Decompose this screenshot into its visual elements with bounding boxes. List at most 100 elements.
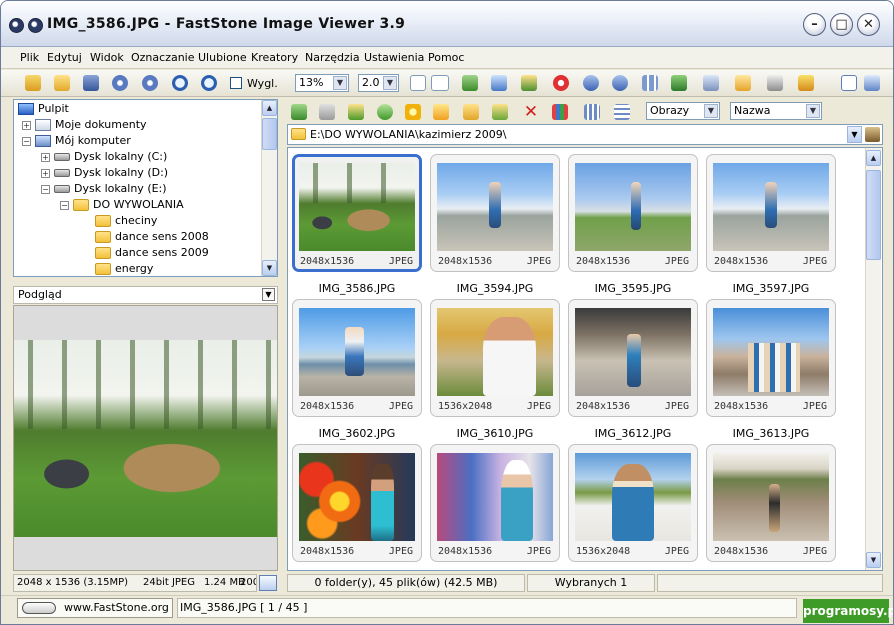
tree-node-energy[interactable]: energy	[95, 261, 153, 276]
list-view-icon[interactable]	[584, 104, 600, 120]
tree-node-drive-c[interactable]: + Dysk lokalny (C:)	[41, 149, 167, 165]
zoom-out-icon[interactable]	[201, 75, 217, 91]
back-icon[interactable]	[291, 104, 307, 120]
draw-icon[interactable]	[521, 75, 537, 91]
hand-tool-icon[interactable]	[410, 75, 426, 91]
menu-wizards[interactable]: Kreatory	[251, 51, 298, 64]
open-folder-icon[interactable]	[54, 75, 70, 91]
tree-node-checiny[interactable]: checiny	[95, 213, 157, 229]
expand-icon[interactable]: +	[41, 152, 50, 162]
menu-view[interactable]: Widok	[90, 51, 124, 64]
delete-icon[interactable]: ✕	[523, 104, 539, 121]
wizard-icon[interactable]	[798, 75, 814, 91]
favorite-star-icon[interactable]	[405, 104, 421, 120]
scroll-down-icon[interactable]: ▼	[866, 552, 881, 568]
email-icon[interactable]	[735, 75, 751, 91]
thumbnail-card[interactable]: 1536x2048 JPEG	[430, 299, 560, 417]
thumbnail-item[interactable]: 2048x1536 JPEG IMG_3613.JPG	[706, 299, 836, 443]
thumbnail-card[interactable]: 2048x1536 JPEG	[706, 444, 836, 562]
up-folder-icon[interactable]	[348, 104, 364, 120]
rotate-left-icon[interactable]	[583, 75, 599, 91]
menu-edit[interactable]: Edytuj	[47, 51, 82, 64]
layout-icon[interactable]	[841, 75, 857, 91]
collapse-icon[interactable]: −	[60, 200, 69, 210]
menu-tools[interactable]: Narzędzia	[305, 51, 360, 64]
copy-to-icon[interactable]	[463, 104, 479, 120]
rotate-right-icon[interactable]	[612, 75, 628, 91]
thumbnail-item[interactable]: 2048x1536 JPEG IMG_3597.JPG	[706, 154, 836, 298]
fullscreen-icon[interactable]	[703, 75, 719, 91]
scroll-up-icon[interactable]: ▲	[262, 100, 277, 116]
thumbnail-item[interactable]: 1536x2048 JPEG IMG_3610.JPG	[430, 299, 560, 443]
slideshow-icon[interactable]	[671, 75, 687, 91]
tree-node-my-computer[interactable]: − Mój komputer	[22, 133, 131, 149]
menu-help[interactable]: Pomoc	[428, 51, 464, 64]
app-icon[interactable]	[28, 18, 43, 33]
thumbnail-card[interactable]: 2048x1536 JPEG	[430, 444, 560, 562]
thumbnail-card[interactable]: 2048x1536 JPEG	[292, 299, 422, 417]
chevron-down-icon[interactable]: ▼	[262, 288, 275, 301]
tree-node-my-documents[interactable]: + Moje dokumenty	[22, 117, 147, 133]
gamma-select[interactable]: 2.0 ▼	[358, 74, 399, 92]
system-menu-icon[interactable]	[9, 18, 24, 33]
maximize-button[interactable]: □	[830, 13, 853, 36]
thumbnail-card[interactable]: 2048x1536 JPEG	[706, 299, 836, 417]
collapse-icon[interactable]: −	[22, 136, 31, 146]
save-icon[interactable]	[83, 75, 99, 91]
expand-icon[interactable]: +	[22, 120, 31, 130]
chevron-down-icon[interactable]: ▼	[704, 104, 718, 118]
scroll-up-icon[interactable]: ▲	[866, 150, 881, 166]
new-folder-icon[interactable]	[433, 104, 449, 120]
sort-select[interactable]: Nazwa ▼	[730, 102, 822, 120]
minimize-button[interactable]: –	[803, 13, 826, 36]
full-view-icon[interactable]	[864, 75, 880, 91]
expand-icon[interactable]: +	[41, 168, 50, 178]
thumbnail-view-icon[interactable]	[552, 104, 568, 120]
forward-icon[interactable]	[319, 104, 335, 120]
thumbnail-item[interactable]: 2048x1536JPEGIMG_3620.JPG	[430, 444, 560, 570]
menu-file[interactable]: Plik	[20, 51, 39, 64]
thumbnail-card[interactable]: 2048x1536 JPEG	[292, 154, 422, 272]
chevron-down-icon[interactable]: ▼	[383, 76, 397, 90]
crop-icon[interactable]	[491, 75, 507, 91]
collapse-icon[interactable]: −	[41, 184, 50, 194]
scroll-thumb[interactable]	[262, 118, 277, 150]
next-icon[interactable]	[142, 75, 158, 91]
thumbnail-card[interactable]: 1536x2048 JPEG	[568, 444, 698, 562]
thumbnails-icon[interactable]	[642, 75, 658, 91]
thumbnail-card[interactable]: 2048x1536 JPEG	[568, 154, 698, 272]
thumbnail-item[interactable]: 2048x1536JPEGIMG_3630.JPG	[706, 444, 836, 570]
folder-tree[interactable]: Pulpit + Moje dokumenty − Mój komputer + Dy…	[13, 99, 278, 277]
zoom-in-icon[interactable]	[172, 75, 188, 91]
thumbnail-item[interactable]: 1536x2048JPEGIMG_3629.JPG	[568, 444, 698, 570]
tree-node-dance-sens-2009[interactable]: dance sens 2009	[95, 245, 209, 261]
scroll-thumb[interactable]	[866, 170, 881, 260]
recycle-bin-icon[interactable]	[865, 127, 880, 142]
refresh-icon[interactable]	[377, 104, 393, 120]
thumbnail-item[interactable]: 2048x1536 JPEG IMG_3595.JPG	[568, 154, 698, 298]
tree-node-dance-sens-2008[interactable]: dance sens 2008	[95, 229, 209, 245]
thumbnail-item[interactable]: 2048x1536 JPEG IMG_3612.JPG	[568, 299, 698, 443]
website-link[interactable]: www.FastStone.org	[17, 598, 173, 618]
tool-dropdown-icon[interactable]	[431, 75, 449, 91]
scroll-down-icon[interactable]: ▼	[262, 260, 277, 276]
thumbnail-grid[interactable]: 2048x1536 JPEG IMG_3586.JPG 2048x1536 JPEG IM…	[287, 147, 883, 571]
menu-favorites[interactable]: Ulubione	[198, 51, 247, 64]
zoom-select[interactable]: 13% ▼	[295, 74, 349, 92]
thumbnail-card[interactable]: 2048x1536 JPEG	[568, 299, 698, 417]
menu-settings[interactable]: Ustawienia	[364, 51, 424, 64]
preview-header[interactable]: Podgląd ▼	[13, 286, 278, 304]
close-button[interactable]: ✕	[857, 13, 880, 36]
file-filter-select[interactable]: Obrazy ▼	[646, 102, 720, 120]
move-to-icon[interactable]	[492, 104, 508, 120]
chevron-down-icon[interactable]: ▼	[806, 104, 820, 118]
grid-scrollbar[interactable]: ▲ ▼	[865, 148, 881, 570]
thumbnail-card[interactable]: 2048x1536 JPEG	[430, 154, 560, 272]
import-icon[interactable]	[25, 75, 41, 91]
tree-node-do-wywolania[interactable]: − DO WYWOLANIA	[60, 197, 184, 213]
tree-node-desktop[interactable]: Pulpit	[18, 101, 69, 117]
previous-icon[interactable]	[112, 75, 128, 91]
tree-node-drive-e[interactable]: − Dysk lokalny (E:)	[41, 181, 167, 197]
tree-node-drive-d[interactable]: + Dysk lokalny (D:)	[41, 165, 168, 181]
fit-preview-icon[interactable]	[259, 575, 277, 591]
